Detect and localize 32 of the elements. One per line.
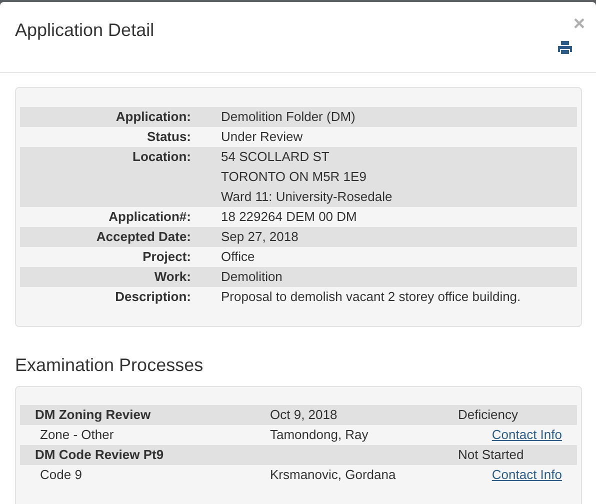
field-value: Demolition bbox=[221, 268, 282, 286]
field-label: Application#: bbox=[108, 208, 192, 226]
field-label: Work: bbox=[153, 268, 192, 286]
field-value: TORONTO ON M5R 1E9 bbox=[221, 168, 368, 186]
field-label: Project: bbox=[142, 248, 192, 266]
contact-info-link[interactable]: Contact Info bbox=[492, 427, 562, 442]
field-label: Application: bbox=[114, 108, 192, 126]
process-status: Not Started bbox=[458, 447, 524, 462]
field-value: Office bbox=[221, 248, 255, 266]
section-heading: Examination Processes bbox=[15, 354, 204, 376]
process-type: Code 9 bbox=[40, 467, 82, 482]
examiner-name: Tamondong, Ray bbox=[270, 427, 368, 442]
field-value: Under Review bbox=[221, 128, 303, 146]
process-date: Oct 9, 2018 bbox=[270, 407, 338, 422]
field-label: Location: bbox=[132, 148, 192, 166]
examiner-name: Krsmanovic, Gordana bbox=[270, 467, 396, 482]
process-name: DM Code Review Pt9 bbox=[35, 447, 164, 462]
field-label: Status: bbox=[146, 128, 192, 146]
process-name: DM Zoning Review bbox=[35, 407, 151, 422]
contact-info-link[interactable]: Contact Info bbox=[492, 467, 562, 482]
field-label: Accepted Date: bbox=[95, 228, 192, 246]
field-value: 18 229264 DEM 00 DM bbox=[221, 208, 357, 226]
field-value: Proposal to demolish vacant 2 storey office building. bbox=[221, 288, 521, 306]
field-label: Description: bbox=[114, 288, 192, 306]
field-value: Ward 11: University-Rosedale bbox=[221, 188, 392, 206]
modal-title: Application Detail bbox=[15, 19, 154, 41]
field-value: Sep 27, 2018 bbox=[221, 228, 298, 246]
process-type: Zone - Other bbox=[40, 427, 114, 442]
field-value: 54 SCOLLARD ST bbox=[221, 148, 330, 166]
process-status: Deficiency bbox=[458, 407, 518, 422]
print-icon[interactable] bbox=[558, 41, 572, 54]
field-value: Demolition Folder (DM) bbox=[221, 108, 356, 126]
